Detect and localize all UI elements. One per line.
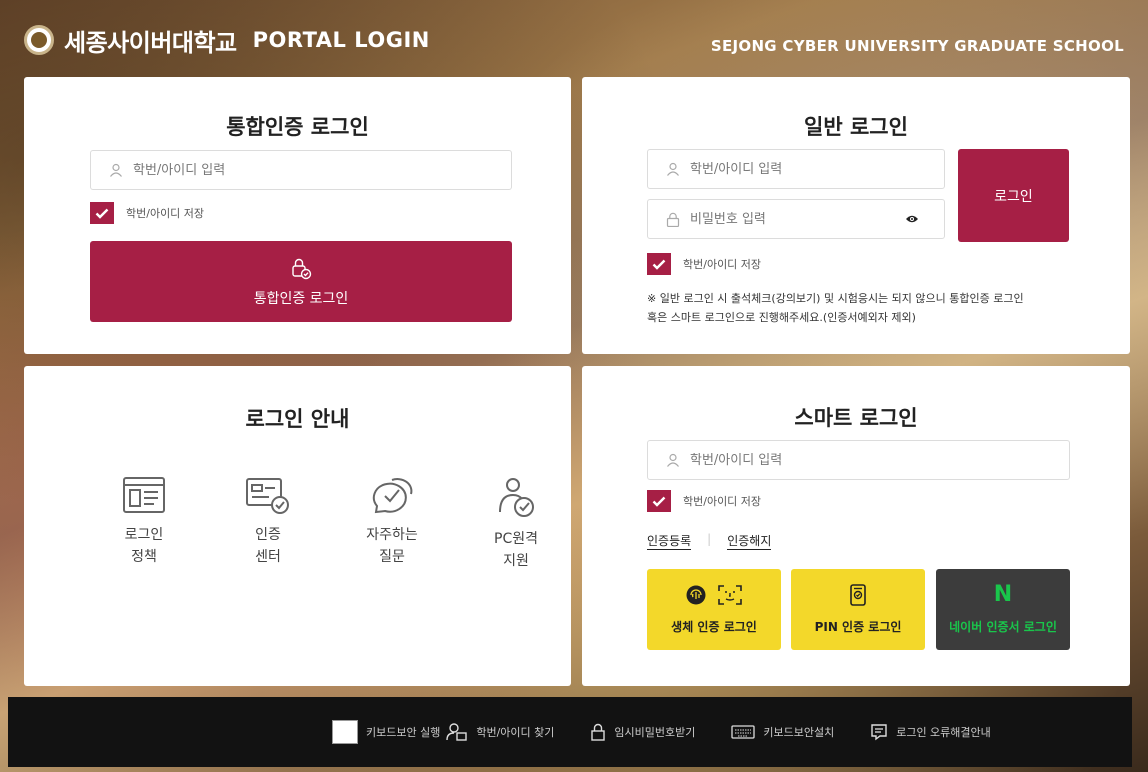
- naver-login-button[interactable]: N 네이버 인증서 로그인: [936, 569, 1070, 650]
- pin-login-label: PIN 인증 로그인: [814, 620, 902, 634]
- general-login-notice: ※ 일반 로그인 시 출석체크(강의보기) 및 시험응시는 되지 않으니 통합인…: [647, 289, 1117, 327]
- integrated-login-card: 통합인증 로그인 학번/아이디 저장 통합인증 로그인: [24, 77, 571, 354]
- login-error-guide-label: 로그인 오류해결안내: [896, 726, 991, 739]
- keyboard-security-run-label: 키보드보안 실행: [366, 726, 441, 739]
- general-id-input[interactable]: [690, 161, 913, 177]
- guide-label-line1: 인증: [255, 527, 281, 543]
- remote-support-user-icon: [499, 478, 534, 517]
- integrated-save-id[interactable]: 학번/아이디 저장: [90, 202, 204, 224]
- temp-password-label: 임시비밀번호받기: [614, 726, 696, 739]
- guide-faq[interactable]: 자주하는 질문: [348, 476, 436, 572]
- bio-login-label: 생체 인증 로그인: [671, 620, 757, 634]
- integrated-id-input[interactable]: [133, 162, 455, 178]
- integrated-login-button-label: 통합인증 로그인: [253, 290, 349, 307]
- smart-id-field[interactable]: [647, 440, 1070, 480]
- certificate-card-icon: [246, 478, 289, 514]
- save-id-checkbox[interactable]: [647, 253, 671, 275]
- general-save-id[interactable]: 학번/아이디 저장: [647, 253, 761, 275]
- save-id-label: 학번/아이디 저장: [126, 207, 205, 220]
- cert-cancel-link[interactable]: 인증해지: [727, 532, 772, 550]
- guide-cert-center[interactable]: 인증 센터: [224, 476, 312, 572]
- lock-check-icon: [292, 258, 312, 279]
- general-login-button[interactable]: 로그인: [958, 149, 1069, 242]
- portal-login-title: PORTAL LOGIN: [252, 28, 430, 52]
- guide-label-line1: PC원격: [494, 531, 538, 547]
- naver-n-icon: N: [993, 582, 1013, 607]
- login-error-guide-link[interactable]: 로그인 오류해결안내: [870, 723, 991, 741]
- notice-line-2: 혹은 스마트 로그인으로 진행해주세요.(인증서예외자 제외): [647, 311, 916, 324]
- guide-label-line2: 지원: [503, 553, 529, 569]
- save-id-checkbox[interactable]: [647, 490, 671, 512]
- brand-name: 세종사이버대학교: [64, 28, 237, 57]
- smart-save-id[interactable]: 학번/아이디 저장: [647, 490, 761, 512]
- general-password-input[interactable]: [690, 211, 885, 227]
- university-logo: [24, 25, 54, 55]
- lock-icon: [591, 723, 606, 741]
- pin-device-icon: [850, 584, 866, 606]
- login-guide-title: 로그인 안내: [245, 407, 350, 431]
- notice-line-1: ※ 일반 로그인 시 출석체크(강의보기) 및 시험응시는 되지 않으니 통합인…: [647, 292, 1024, 305]
- keyboard-icon: [731, 725, 756, 739]
- integrated-id-field[interactable]: [90, 150, 512, 190]
- integrated-login-title: 통합인증 로그인: [226, 115, 369, 139]
- keyboard-security-checkbox[interactable]: [332, 720, 358, 744]
- temp-password-link[interactable]: 임시비밀번호받기: [590, 723, 695, 741]
- smart-id-input[interactable]: [690, 452, 1013, 468]
- policy-document-icon: [123, 477, 165, 513]
- cert-register-link[interactable]: 인증등록: [647, 532, 692, 550]
- smart-login-title: 스마트 로그인: [794, 406, 918, 430]
- user-icon: [110, 163, 122, 177]
- footer-bar: 키보드보안 실행 학번/아이디 찾기 임시비밀번호받기 키보드보안설치 로그인 …: [8, 697, 1132, 767]
- eye-icon[interactable]: [905, 214, 919, 224]
- checkmark-icon: [652, 496, 666, 507]
- guide-label-line1: 자주하는: [366, 527, 418, 543]
- checkmark-icon: [652, 259, 666, 270]
- guide-login-policy[interactable]: 로그인 정책: [100, 476, 188, 572]
- general-password-field[interactable]: [647, 199, 945, 239]
- naver-login-label: 네이버 인증서 로그인: [949, 620, 1057, 634]
- lock-icon: [666, 212, 680, 227]
- general-login-card: 일반 로그인 로그인 학번/아이디 저장 ※ 일반 로그인 시 출석체크(강의보…: [582, 77, 1130, 354]
- save-id-label: 학번/아이디 저장: [683, 258, 762, 271]
- user-search-icon: [446, 723, 468, 741]
- guide-label-line1: 로그인: [124, 527, 164, 543]
- install-keyboard-security-label: 키보드보안설치: [763, 726, 835, 739]
- pin-login-button[interactable]: PIN 인증 로그인: [791, 569, 925, 650]
- smart-login-card: 스마트 로그인 학번/아이디 저장 인증등록 | 인증해지 생체 인증 로그인: [582, 366, 1130, 686]
- faq-chat-icon: [372, 478, 413, 514]
- checkmark-icon: [95, 208, 109, 219]
- guide-label-line2: 센터: [255, 549, 281, 565]
- face-scan-icon: [718, 585, 742, 605]
- general-login-title: 일반 로그인: [804, 115, 908, 139]
- install-keyboard-security-link[interactable]: 키보드보안설치: [731, 724, 834, 740]
- message-guide-icon: [871, 724, 887, 741]
- save-id-checkbox[interactable]: [90, 202, 114, 224]
- integrated-login-button[interactable]: 통합인증 로그인: [90, 241, 512, 322]
- find-id-label: 학번/아이디 찾기: [476, 726, 555, 739]
- guide-label-line2: 정책: [131, 549, 157, 565]
- general-login-button-label: 로그인: [994, 188, 1033, 205]
- general-id-field[interactable]: [647, 149, 945, 189]
- guide-pc-remote[interactable]: PC원격 지원: [472, 476, 560, 572]
- page-header: 세종사이버대학교 PORTAL LOGIN SEJONG CYBER UNIVE…: [24, 22, 1124, 58]
- fingerprint-icon: [686, 585, 706, 605]
- brand: 세종사이버대학교 PORTAL LOGIN: [24, 23, 430, 58]
- bio-login-button[interactable]: 생체 인증 로그인: [647, 569, 781, 650]
- keyboard-security-run[interactable]: 키보드보안 실행: [332, 720, 440, 744]
- find-id-link[interactable]: 학번/아이디 찾기: [446, 723, 554, 741]
- cert-links: 인증등록 | 인증해지: [647, 532, 772, 550]
- save-id-label: 학번/아이디 저장: [683, 495, 762, 508]
- user-icon: [667, 162, 679, 176]
- user-icon: [667, 453, 679, 467]
- guide-label-line2: 질문: [379, 549, 405, 565]
- login-guide-card: 로그인 안내 로그인 정책 인증 센터 자주하는 질문 PC원격 지원: [24, 366, 571, 686]
- divider: |: [707, 532, 712, 546]
- graduate-school-title: SEJONG CYBER UNIVERSITY GRADUATE SCHOOL: [710, 37, 1124, 55]
